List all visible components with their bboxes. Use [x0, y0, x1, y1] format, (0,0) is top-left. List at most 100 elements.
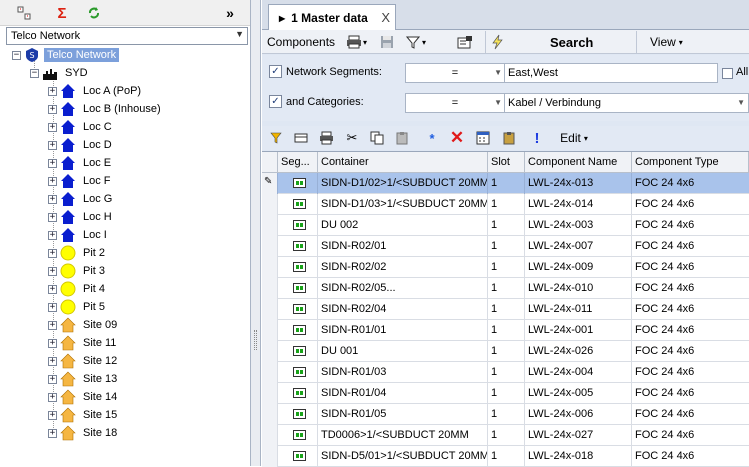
tab-master-data[interactable]: ▶ 1 Master data X — [268, 4, 396, 31]
row-indicator[interactable] — [262, 446, 278, 467]
table-row[interactable]: SIDN-R02/05... 1 LWL-24x-010 FOC 24 4x6 — [262, 278, 749, 299]
tree-node-location[interactable]: + Loc A (PoP) — [48, 82, 144, 100]
expand-icon[interactable]: + — [48, 230, 57, 240]
expand-icon[interactable]: + — [48, 86, 57, 96]
expand-icon[interactable]: + — [48, 176, 57, 186]
tree-node-pit[interactable]: + Pit 2 — [48, 244, 108, 262]
row-indicator[interactable] — [262, 404, 278, 425]
tree-node-root[interactable]: − S Telco Network — [12, 46, 120, 64]
tree-node-location[interactable]: + Loc F — [48, 172, 114, 190]
tree-node-site[interactable]: + Site 15 — [48, 406, 120, 424]
info-icon[interactable]: ! — [528, 129, 546, 147]
tree-node-site[interactable]: + Site 12 — [48, 352, 120, 370]
tree-node-location[interactable]: + Loc C — [48, 118, 115, 136]
operator-select[interactable]: = ▼ — [405, 63, 505, 83]
chevron-down-icon[interactable]: ▼ — [235, 29, 244, 39]
all-checkbox[interactable] — [722, 68, 733, 79]
tree-node-location[interactable]: + Loc B (Inhouse) — [48, 100, 164, 118]
expand-icon[interactable]: + — [48, 320, 57, 330]
expand-icon[interactable]: + — [48, 194, 57, 204]
row-indicator[interactable] — [262, 425, 278, 446]
row-indicator[interactable] — [262, 320, 278, 341]
tree-node-site[interactable]: + Site 09 — [48, 316, 120, 334]
tree-node-pit[interactable]: + Pit 3 — [48, 262, 108, 280]
expand-icon[interactable]: + — [48, 302, 57, 312]
delete-icon[interactable]: ✕ — [448, 128, 466, 147]
column-header-component-type[interactable]: Component Type — [632, 152, 749, 173]
expand-icon[interactable]: + — [48, 356, 57, 366]
segments-value-select[interactable]: East,West — [504, 63, 718, 83]
tree-node-site[interactable]: + Site 11 — [48, 334, 119, 352]
print-preview-icon[interactable] — [318, 129, 336, 147]
tree-node-syd[interactable]: − SYD — [30, 64, 91, 82]
properties-button[interactable] — [457, 30, 473, 54]
table-row[interactable]: DU 002 1 LWL-24x-003 FOC 24 4x6 — [262, 215, 749, 236]
row-indicator[interactable]: ✎ — [262, 173, 278, 194]
clipboard-icon[interactable] — [500, 129, 518, 147]
table-row[interactable]: SIDN-R02/02 1 LWL-24x-009 FOC 24 4x6 — [262, 257, 749, 278]
expand-icon[interactable]: + — [48, 122, 57, 132]
row-indicator[interactable] — [262, 236, 278, 257]
expand-icon[interactable]: + — [48, 428, 57, 438]
expand-icon[interactable]: + — [48, 266, 57, 276]
table-row[interactable]: SIDN-R02/04 1 LWL-24x-011 FOC 24 4x6 — [262, 299, 749, 320]
cut-icon[interactable]: ✂ — [343, 129, 361, 147]
columns-icon[interactable] — [292, 129, 310, 147]
row-indicator[interactable] — [262, 299, 278, 320]
network-select[interactable]: Telco Network ▼ — [6, 27, 248, 45]
pane-splitter[interactable] — [251, 0, 261, 466]
expand-icon[interactable]: + — [48, 374, 57, 384]
print-menu[interactable]: ▾ — [346, 30, 367, 54]
collapse-icon[interactable]: − — [12, 50, 21, 60]
operator-select[interactable]: = ▼ — [405, 93, 505, 113]
highlight-icon[interactable] — [267, 129, 285, 147]
row-indicator[interactable] — [262, 362, 278, 383]
edit-menu[interactable]: Edit ▾ — [554, 129, 594, 147]
column-header-slot[interactable]: Slot — [488, 152, 525, 173]
collapse-icon[interactable]: − — [30, 68, 39, 78]
view-menu[interactable]: View ▾ — [650, 30, 683, 54]
collapse-pane-button[interactable]: » — [220, 3, 240, 23]
table-row[interactable]: ✎ SIDN-D1/02>1/<SUBDUCT 20MM 1 LWL-24x-013 F… — [262, 173, 749, 194]
tree-node-pit[interactable]: + Pit 4 — [48, 280, 108, 298]
tree-node-site[interactable]: + Site 18 — [48, 424, 120, 442]
freeze-icon[interactable]: * — [423, 129, 441, 147]
table-row[interactable]: DU 001 1 LWL-24x-026 FOC 24 4x6 — [262, 341, 749, 362]
tree-node-location[interactable]: + Loc E — [48, 154, 114, 172]
expand-icon[interactable]: + — [48, 248, 57, 258]
sigma-icon[interactable]: Σ — [52, 3, 72, 23]
close-tab-button[interactable]: X — [381, 10, 390, 25]
expand-icon[interactable]: + — [48, 140, 57, 150]
tree-node-location[interactable]: + Loc D — [48, 136, 115, 154]
table-row[interactable]: SIDN-D1/03>1/<SUBDUCT 20MM 1 LWL-24x-014 FO… — [262, 194, 749, 215]
tree-node-site[interactable]: + Site 14 — [48, 388, 120, 406]
calculator-icon[interactable] — [474, 129, 492, 147]
row-indicator[interactable] — [262, 278, 278, 299]
table-row[interactable]: SIDN-R01/03 1 LWL-24x-004 FOC 24 4x6 — [262, 362, 749, 383]
filter-menu[interactable]: ▾ — [406, 30, 426, 54]
table-row[interactable]: TD0006>1/<SUBDUCT 20MM 1 LWL-24x-027 FOC 24… — [262, 425, 749, 446]
row-indicator[interactable] — [262, 194, 278, 215]
table-row[interactable]: SIDN-R01/05 1 LWL-24x-006 FOC 24 4x6 — [262, 404, 749, 425]
tree-node-location[interactable]: + Loc I — [48, 226, 110, 244]
components-menu[interactable]: Components — [267, 30, 335, 54]
expand-icon[interactable]: + — [48, 284, 57, 294]
tree-node-location[interactable]: + Loc H — [48, 208, 115, 226]
tree-node-location[interactable]: + Loc G — [48, 190, 115, 208]
row-indicator[interactable] — [262, 383, 278, 404]
table-row[interactable]: SIDN-R01/04 1 LWL-24x-005 FOC 24 4x6 — [262, 383, 749, 404]
expand-icon[interactable]: + — [48, 392, 57, 402]
expand-icon[interactable]: + — [48, 410, 57, 420]
tree-node-pit[interactable]: + Pit 5 — [48, 298, 108, 316]
expand-tree-icon[interactable] — [14, 3, 34, 23]
row-indicator[interactable] — [262, 215, 278, 236]
expand-icon[interactable]: + — [48, 104, 57, 114]
categories-value-select[interactable]: Kabel / Verbindung ▼ — [504, 93, 749, 113]
column-header-segment[interactable]: Seg... — [278, 152, 318, 173]
tree-node-site[interactable]: + Site 13 — [48, 370, 120, 388]
row-indicator[interactable] — [262, 257, 278, 278]
column-header-container[interactable]: Container — [318, 152, 488, 173]
expand-icon[interactable]: + — [48, 338, 57, 348]
search-button[interactable]: Search — [485, 31, 637, 53]
table-row[interactable]: SIDN-R02/01 1 LWL-24x-007 FOC 24 4x6 — [262, 236, 749, 257]
